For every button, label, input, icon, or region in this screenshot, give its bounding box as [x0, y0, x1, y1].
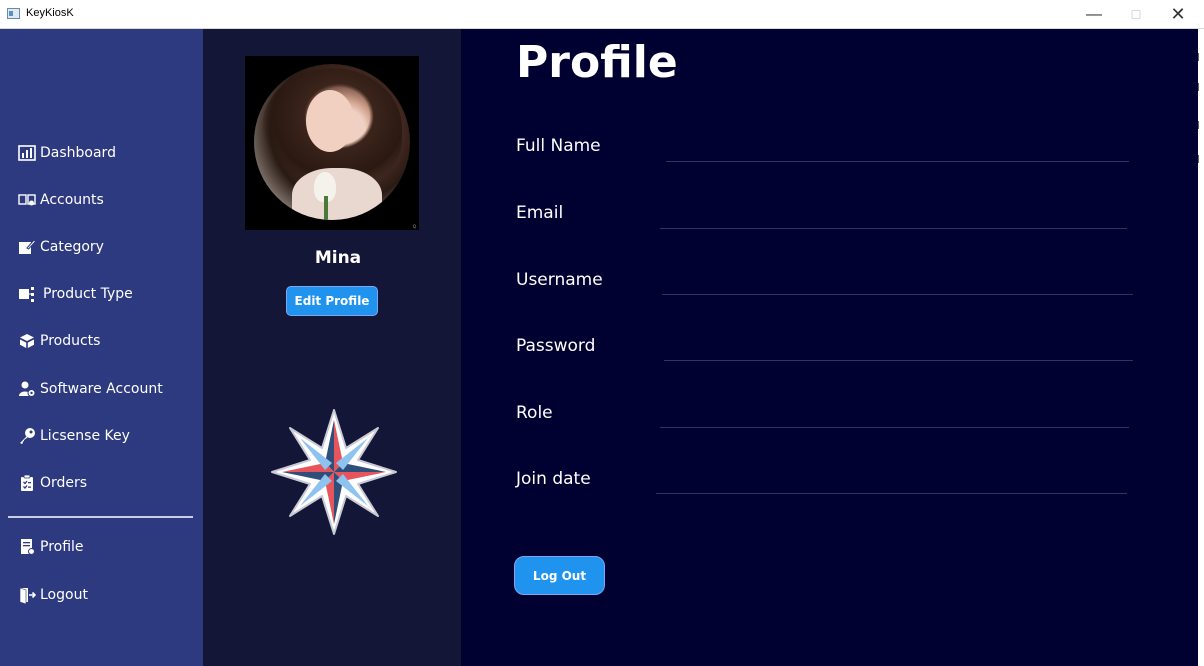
sidebar-item-label: Software Account	[40, 381, 163, 397]
logout-icon	[18, 586, 36, 604]
join-date-label: Join date	[516, 469, 591, 489]
accounts-icon	[18, 191, 36, 209]
role-underline	[660, 427, 1129, 428]
sidebar-item-label: Licsense Key	[40, 428, 130, 444]
password-underline	[664, 360, 1133, 361]
join-date-underline	[656, 493, 1127, 494]
sidebar-item-products[interactable]: Products	[18, 330, 100, 352]
compass-star-icon	[271, 409, 397, 535]
sidebar-item-product-type[interactable]: Product Type	[18, 283, 133, 305]
sidebar-item-license-key[interactable]: Licsense Key	[18, 425, 130, 447]
product-type-icon	[18, 285, 39, 303]
edit-profile-button[interactable]: Edit Profile	[286, 286, 378, 316]
role-label: Role	[516, 403, 553, 423]
full-name-label: Full Name	[516, 136, 601, 156]
email-field[interactable]	[660, 204, 1131, 230]
category-icon	[18, 238, 36, 256]
sidebar-item-orders[interactable]: Orders	[18, 472, 87, 494]
close-button[interactable]: ✕	[1157, 0, 1199, 29]
sidebar-item-label: Dashboard	[40, 145, 116, 161]
sidebar-item-label: Category	[40, 239, 104, 255]
sidebar-item-logout[interactable]: Logout	[18, 584, 88, 606]
window-title: KeyKiosK	[26, 7, 74, 19]
sidebar-item-software-account[interactable]: Software Account	[18, 378, 163, 400]
sidebar-divider	[8, 516, 193, 518]
profile-name: Mina	[314, 248, 362, 268]
sidebar: Dashboard Accounts Category Product Type…	[0, 29, 203, 666]
software-account-icon	[18, 380, 36, 398]
key-icon	[18, 427, 36, 445]
window-edge	[1198, 29, 1204, 666]
products-icon	[18, 332, 36, 350]
profile-icon	[18, 538, 36, 556]
profile-form: Profile Full Name Email Username Passwor…	[461, 29, 1198, 666]
orders-icon	[18, 474, 36, 492]
sidebar-item-profile[interactable]: Profile	[18, 536, 84, 558]
full-name-underline	[666, 161, 1129, 162]
maximize-button[interactable]: ☐	[1115, 0, 1157, 29]
email-underline	[660, 228, 1127, 229]
avatar: Q	[245, 56, 419, 230]
sidebar-item-label: Accounts	[40, 192, 104, 208]
sidebar-item-dashboard[interactable]: Dashboard	[18, 142, 116, 164]
log-out-button[interactable]: Log Out	[514, 556, 605, 595]
password-label: Password	[516, 336, 596, 356]
sidebar-item-label: Profile	[40, 539, 84, 555]
sidebar-item-label: Product Type	[43, 286, 133, 302]
minimize-button[interactable]: —	[1073, 0, 1115, 29]
window-titlebar: KeyKiosK — ☐ ✕	[0, 0, 1204, 29]
email-label: Email	[516, 203, 564, 223]
profile-panel: Q Mina Edit Profile	[203, 29, 461, 666]
sidebar-item-label: Logout	[40, 587, 88, 603]
dashboard-icon	[18, 144, 36, 162]
page-title: Profile	[516, 37, 678, 88]
full-name-field[interactable]	[666, 137, 1133, 163]
app-icon	[7, 8, 20, 19]
sidebar-item-category[interactable]: Category	[18, 236, 104, 258]
sidebar-item-label: Products	[40, 333, 101, 349]
sidebar-item-label: Orders	[40, 475, 88, 491]
sidebar-item-accounts[interactable]: Accounts	[18, 189, 104, 211]
username-label: Username	[516, 270, 603, 290]
username-underline	[662, 294, 1133, 295]
